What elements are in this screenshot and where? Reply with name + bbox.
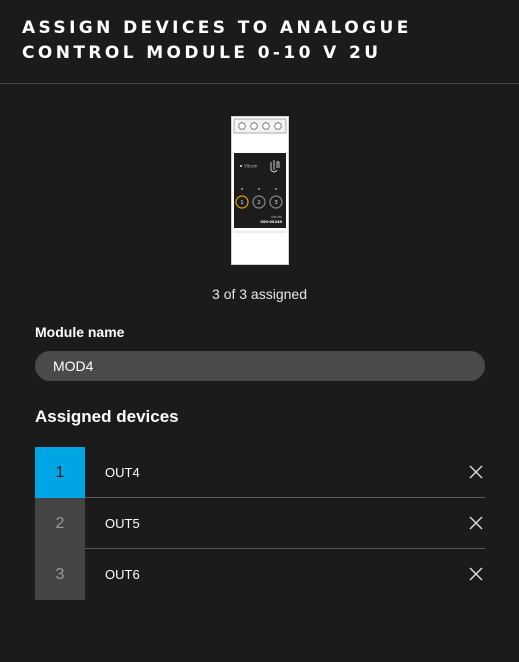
slot-number: 1 [35,447,85,498]
svg-text:vitrum: vitrum [271,215,282,219]
assigned-devices-list: 1 OUT4 2 OUT5 3 OUT6 [35,447,485,600]
device-name: OUT6 [105,567,140,582]
module-device-image: Vitrum 1 2 3 vitrum SS0-0S240 [231,116,289,265]
page-title: ASSIGN DEVICES TO ANALOGUE CONTROL MODUL… [22,18,412,63]
assigned-device-row[interactable]: 3 OUT6 [35,549,485,600]
svg-text:2: 2 [257,200,261,206]
module-name-input[interactable] [35,351,485,381]
assigned-devices-title: Assigned devices [35,407,179,426]
device-name: OUT5 [105,516,140,531]
svg-text:1: 1 [240,200,244,206]
svg-text:3: 3 [274,200,278,206]
assigned-count: 3 of 3 assigned [212,286,307,302]
assigned-device-row[interactable]: 1 OUT4 [35,447,485,498]
module-name-label: Module name [35,324,125,340]
slot-number: 2 [35,498,85,549]
page-header: ASSIGN DEVICES TO ANALOGUE CONTROL MODUL… [0,0,519,84]
device-name: OUT4 [105,465,140,480]
remove-icon[interactable] [467,565,485,583]
device-brand-label: Vitrum [244,164,258,169]
slot-number: 3 [35,549,85,600]
remove-icon[interactable] [467,463,485,481]
remove-icon[interactable] [467,514,485,532]
device-model-label: SS0-0S240 [260,220,282,224]
assigned-device-row[interactable]: 2 OUT5 [35,498,485,549]
